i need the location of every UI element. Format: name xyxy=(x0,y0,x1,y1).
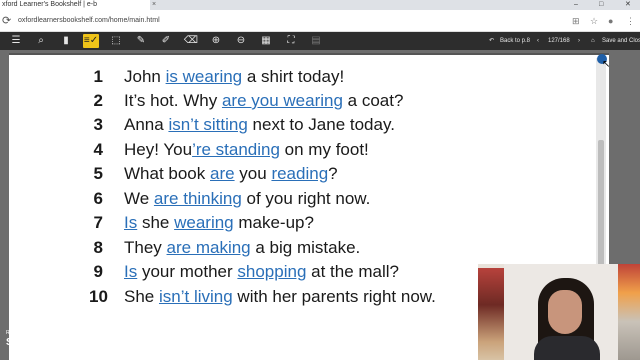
sentence-text: We xyxy=(124,189,154,208)
watermark-brand-a: SCREENCAST xyxy=(6,337,80,348)
watermark-brand-b: MATIC xyxy=(95,337,130,348)
sentence-text: Hey! You xyxy=(124,140,193,159)
eraser-icon[interactable]: ⌫ xyxy=(183,34,199,48)
answer-text: are xyxy=(210,164,235,183)
sentence-text: she xyxy=(137,213,175,232)
presenter-face xyxy=(548,290,582,334)
item-number: 8 xyxy=(93,238,103,257)
answer-text: isn’t sitting xyxy=(168,115,248,134)
sentence-text: a shirt today! xyxy=(242,67,345,86)
item-sentence: We are thinking of you right now. xyxy=(124,188,370,210)
sentence-text: at the mall? xyxy=(306,262,400,281)
maximize-icon[interactable]: □ xyxy=(599,0,603,9)
sentence-text: John xyxy=(124,67,166,86)
sentence-text: It’s hot. Why xyxy=(124,91,222,110)
next-page-icon[interactable]: › xyxy=(578,35,580,47)
item-number: 6 xyxy=(93,189,103,208)
zoom-out-icon[interactable]: ⊖ xyxy=(233,34,249,48)
item-sentence: She isn’t living with her parents right … xyxy=(124,286,436,308)
bookmark-icon[interactable]: ▮ xyxy=(58,34,74,48)
pencil-icon[interactable]: ✎ xyxy=(133,34,149,48)
fit-page-icon[interactable]: ⛶ xyxy=(283,34,299,48)
bookshelf-right xyxy=(618,264,640,360)
menu-icon[interactable]: ⋮ xyxy=(626,15,635,27)
sentence-text: They xyxy=(124,238,167,257)
reload-icon[interactable]: ⟳ xyxy=(2,15,11,27)
item-number: 10 xyxy=(89,287,108,306)
item-number: 9 xyxy=(93,262,103,281)
answer-text: Is xyxy=(124,262,138,281)
sentence-text: your mother xyxy=(137,262,238,281)
save-and-close-button[interactable]: Save and Close xyxy=(602,35,640,47)
sentence-text: ? xyxy=(328,164,338,183)
sentence-text: What book xyxy=(124,164,210,183)
answer-text: isn’t living xyxy=(158,287,233,306)
home-icon[interactable]: ⌂ xyxy=(591,35,595,47)
answer-text: shopping xyxy=(237,262,307,281)
zoom-in-icon[interactable]: ⊕ xyxy=(208,34,224,48)
address-bar-row: ⟳ oxfordlearnersbookshelf.com/home/main.… xyxy=(0,10,640,32)
item-number: 1 xyxy=(93,67,103,86)
answer-text: is wearing xyxy=(165,67,243,86)
watermark-line2: SCREENCAST ◉ MATIC xyxy=(6,336,129,350)
answer-text: are thinking xyxy=(153,189,242,208)
sentence-text: make-up? xyxy=(233,213,314,232)
sentence-text: She xyxy=(124,287,159,306)
item-number: 2 xyxy=(93,91,103,110)
highlighter-icon[interactable]: ✐ xyxy=(158,34,174,48)
mouse-cursor-icon: ↖ xyxy=(602,59,611,70)
browser-tab-strip: xford Learner's Bookshelf | e-b × – □ ✕ xyxy=(0,0,640,10)
item-sentence: Anna isn’t sitting next to Jane today. xyxy=(124,114,395,136)
item-sentence: John is wearing a shirt today! xyxy=(124,66,344,88)
browser-tab[interactable]: xford Learner's Bookshelf | e-b xyxy=(0,0,150,10)
sentence-text: a coat? xyxy=(342,91,404,110)
notes-icon[interactable]: ▤ xyxy=(308,34,324,48)
account-icon[interactable]: ● xyxy=(608,15,613,27)
answer-text: Is xyxy=(124,213,138,232)
screencast-watermark: RECORDED WITH SCREENCAST ◉ MATIC xyxy=(6,330,129,350)
watermark-logo-icon: ◉ xyxy=(83,337,93,348)
item-sentence: Hey! You’re standing on my foot! xyxy=(124,139,369,161)
extension-icon[interactable]: ⊞ xyxy=(572,15,580,27)
item-sentence: Is she wearing make-up? xyxy=(124,212,314,234)
minimize-icon[interactable]: – xyxy=(574,0,578,9)
item-sentence: Is your mother shopping at the mall? xyxy=(124,261,399,283)
sentence-text: a big mistake. xyxy=(250,238,361,257)
select-area-icon[interactable]: ⬚ xyxy=(108,34,124,48)
answer-text: are you wearing xyxy=(221,91,343,110)
search-icon[interactable]: ⌕ xyxy=(33,34,49,48)
item-sentence: They are making a big mistake. xyxy=(124,237,360,259)
sentence-text: you xyxy=(234,164,272,183)
sentence-text: next to Jane today. xyxy=(247,115,395,134)
menu-icon[interactable]: ☰ xyxy=(8,34,24,48)
sentence-text: Anna xyxy=(124,115,169,134)
bookmark-star-icon[interactable]: ☆ xyxy=(590,15,598,27)
item-sentence: It’s hot. Why are you wearing a coat? xyxy=(124,90,403,112)
grid-view-icon[interactable]: ▦ xyxy=(258,34,274,48)
reader-toolbar: ☰ ⌕ ▮ ≡✓ ⬚ ✎ ✐ ⌫ ⊕ ⊖ ▦ ⛶ ▤ ↶ Back to p.8… xyxy=(0,32,640,50)
back-arrow-icon[interactable]: ↶ xyxy=(489,35,494,47)
page-indicator: 127/168 xyxy=(548,38,570,44)
sentence-text: with her parents right now. xyxy=(232,287,436,306)
webcam-overlay xyxy=(478,264,640,360)
sentence-text: on my foot! xyxy=(279,140,369,159)
presenter-body xyxy=(534,336,600,360)
tab-close-icon[interactable]: × xyxy=(152,0,156,9)
item-number: 5 xyxy=(93,164,103,183)
answer-text: are making xyxy=(166,238,251,257)
answer-text: reading xyxy=(271,164,329,183)
address-bar[interactable]: oxfordlearnersbookshelf.com/home/main.ht… xyxy=(18,16,160,26)
bookshelf-left xyxy=(478,268,504,360)
item-number: 7 xyxy=(93,213,103,232)
answer-text: ’re standing xyxy=(192,140,280,159)
answer-text: wearing xyxy=(174,213,234,232)
item-sentence: What book are you reading? xyxy=(124,163,338,185)
item-number: 4 xyxy=(93,140,103,159)
item-number: 3 xyxy=(93,115,103,134)
prev-page-icon[interactable]: ‹ xyxy=(537,35,539,47)
window-close-icon[interactable]: ✕ xyxy=(625,0,631,9)
answer-key-icon[interactable]: ≡✓ xyxy=(83,34,99,48)
back-to-page-button[interactable]: Back to p.8 xyxy=(500,35,530,47)
sentence-text: of you right now. xyxy=(241,189,371,208)
